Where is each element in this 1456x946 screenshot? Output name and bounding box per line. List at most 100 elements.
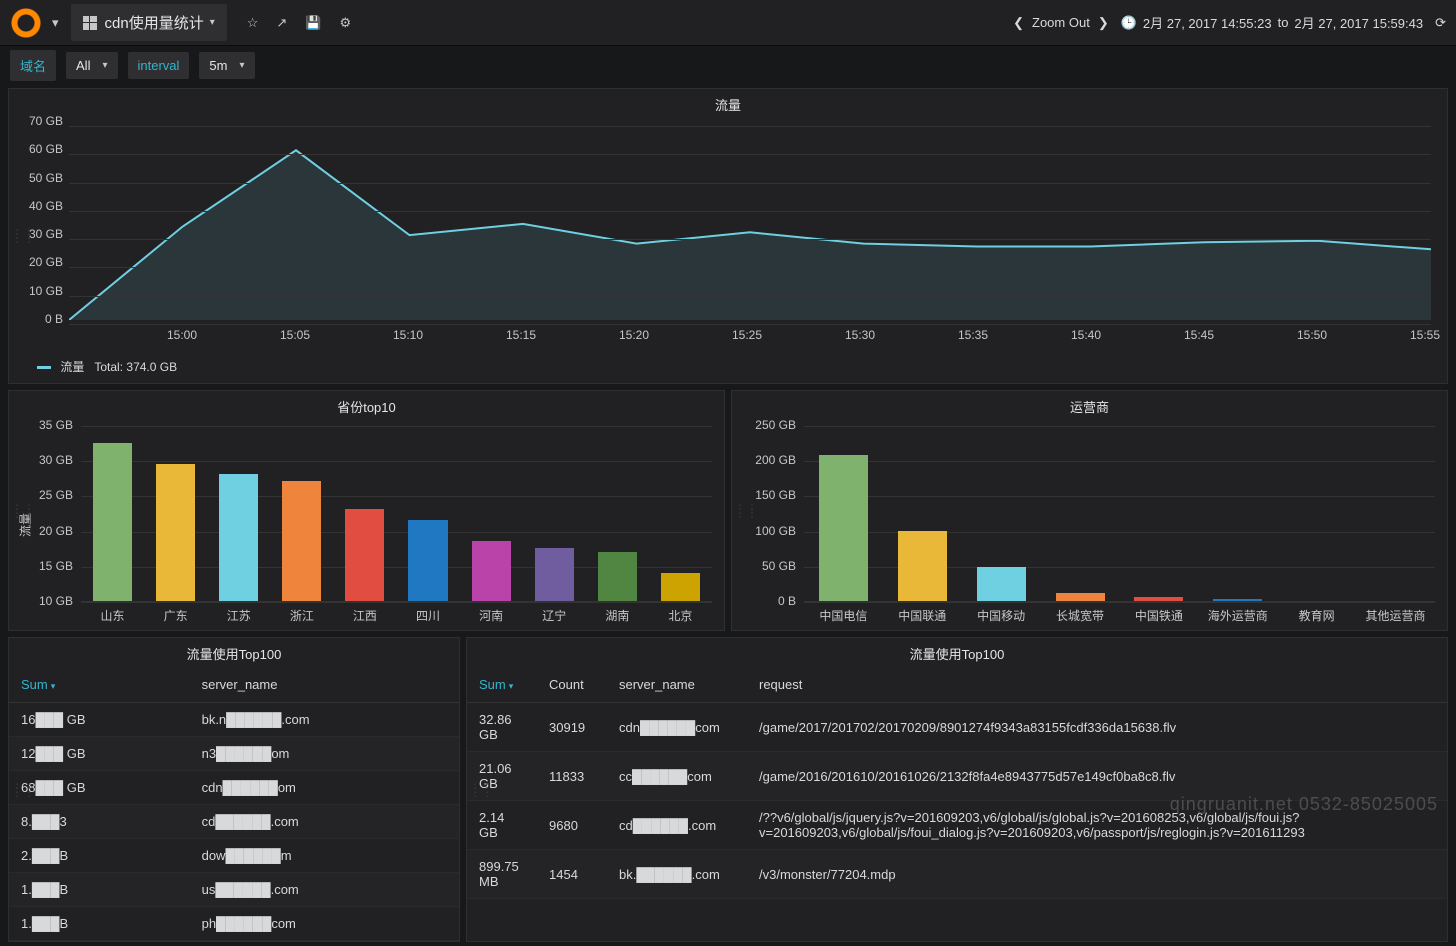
isp-bar-chart[interactable]: 0 B50 GB100 GB150 GB200 GB250 GB 中国电信中国联… (732, 420, 1447, 630)
x-tick: 15:35 (958, 328, 988, 342)
bar[interactable] (898, 531, 947, 601)
x-tick: 中国联通 (898, 607, 946, 624)
cell-server: cd██████.com (190, 805, 459, 839)
col-sum[interactable]: Sum▾ (467, 667, 537, 703)
y-tick: 200 GB (740, 453, 796, 467)
save-icon[interactable]: 💾 (305, 15, 321, 31)
x-tick: 15:25 (732, 328, 762, 342)
bar[interactable] (1056, 593, 1105, 601)
y-tick: 50 GB (740, 559, 796, 573)
panel-title: 流量 (9, 89, 1447, 118)
x-tick: 中国电信 (819, 607, 867, 624)
x-tick: 15:00 (167, 328, 197, 342)
bar[interactable] (819, 455, 868, 601)
cell-count: 30919 (537, 703, 607, 752)
x-tick: 长城宽带 (1056, 607, 1104, 624)
bar[interactable] (93, 443, 132, 601)
table-row[interactable]: 32.86 GB30919cdn██████com/game/2017/2017… (467, 703, 1447, 752)
var-domain-label: 域名 (10, 50, 56, 81)
province-bar-chart[interactable]: 流量 10 GB15 GB20 GB25 GB30 GB35 GB 山东广东江苏… (9, 420, 724, 630)
cell-server: cc██████com (607, 752, 747, 801)
bar[interactable] (1134, 597, 1183, 601)
bar[interactable] (156, 464, 195, 601)
x-tick: 15:10 (393, 328, 423, 342)
table-row[interactable]: 21.06 GB11833cc██████com/game/2016/20161… (467, 752, 1447, 801)
bar[interactable] (472, 541, 511, 601)
time-range-picker[interactable]: 🕒 2月 27, 2017 14:55:23 to 2月 27, 2017 15… (1121, 13, 1423, 32)
x-tick: 湖南 (605, 607, 629, 624)
bar[interactable] (408, 520, 447, 601)
bar[interactable] (535, 548, 574, 601)
table-row[interactable]: 899.75 MB1454bk.██████.com/v3/monster/77… (467, 850, 1447, 899)
y-tick: 15 GB (17, 559, 73, 573)
menu-toggle-icon[interactable]: ▾ (52, 15, 59, 31)
zoom-out-button[interactable]: Zoom Out (1032, 15, 1090, 30)
table-row[interactable]: 12███ GBn3██████om (9, 737, 459, 771)
table-row[interactable]: 2.███Bdow██████m (9, 839, 459, 873)
y-tick: 50 GB (17, 171, 63, 185)
y-tick: 10 GB (17, 594, 73, 608)
y-tick: 150 GB (740, 488, 796, 502)
table-row[interactable]: 16███ GBbk.n██████.com (9, 703, 459, 737)
col-server[interactable]: server_name (607, 667, 747, 703)
cell-server: cd██████.com (607, 801, 747, 850)
dashboard-icon (83, 16, 97, 30)
time-back-icon[interactable]: ❮ (1013, 15, 1024, 31)
drag-handle-icon[interactable]: ⋮⋮⋮⋮ (11, 786, 35, 794)
legend-total-value: 374.0 GB (126, 360, 177, 374)
x-tick: 15:20 (619, 328, 649, 342)
bar[interactable] (1213, 599, 1262, 601)
y-tick: 20 GB (17, 524, 73, 538)
grafana-logo-icon[interactable] (10, 7, 42, 39)
col-sum[interactable]: Sum▾ (9, 667, 190, 703)
y-tick: 70 GB (17, 114, 63, 128)
table-row[interactable]: 2.14 GB9680cd██████.com/??v6/global/js/j… (467, 801, 1447, 850)
template-var-bar: 域名 All▾ interval 5m▾ (0, 46, 1456, 84)
cell-count: 9680 (537, 801, 607, 850)
x-tick: 其他运营商 (1366, 607, 1426, 624)
bar[interactable] (598, 552, 637, 601)
table-row[interactable]: 1.███Bph██████com (9, 907, 459, 941)
bar[interactable] (219, 474, 258, 601)
y-tick: 0 B (740, 594, 796, 608)
x-tick: 中国铁通 (1135, 607, 1183, 624)
drag-handle-icon[interactable]: ⋮⋮⋮⋮ (469, 786, 493, 794)
panel-traffic: ⋮⋮⋮⋮ 流量 0 B10 GB20 GB30 GB40 GB50 GB60 G… (8, 88, 1448, 384)
y-tick: 0 B (17, 312, 63, 326)
var-interval-value[interactable]: 5m▾ (199, 52, 254, 79)
time-sep: to (1278, 15, 1289, 30)
cell-sum: 2.███B (9, 839, 190, 873)
x-tick: 河南 (479, 607, 503, 624)
time-forward-icon[interactable]: ❯ (1098, 15, 1109, 31)
bar[interactable] (282, 481, 321, 601)
cell-request: /??v6/global/js/jquery.js?v=201609203,v6… (747, 801, 1447, 850)
panel-table-1: ⋮⋮⋮⋮ 流量使用Top100 Sum▾ server_name 16███ G… (8, 637, 460, 942)
cell-server: bk.n██████.com (190, 703, 459, 737)
col-server[interactable]: server_name (190, 667, 459, 703)
table-row[interactable]: 8.███3cd██████.com (9, 805, 459, 839)
y-tick: 35 GB (17, 418, 73, 432)
chevron-down-icon: ▾ (210, 17, 215, 28)
table-row[interactable]: 68███ GBcdn██████om (9, 771, 459, 805)
panel-title: 省份top10 (9, 391, 724, 420)
refresh-icon[interactable]: ⟳ (1435, 15, 1446, 31)
var-domain-value[interactable]: All▾ (66, 52, 117, 79)
traffic-line-chart[interactable]: 0 B10 GB20 GB30 GB40 GB50 GB60 GB70 GB 1… (9, 118, 1447, 350)
star-icon[interactable]: ☆ (247, 15, 259, 31)
y-tick: 40 GB (17, 199, 63, 213)
clock-icon: 🕒 (1121, 15, 1137, 31)
col-request[interactable]: request (747, 667, 1447, 703)
bar[interactable] (345, 509, 384, 601)
cell-server: cdn██████om (190, 771, 459, 805)
cell-sum: 32.86 GB (467, 703, 537, 752)
table-row[interactable]: 1.███Bus██████.com (9, 873, 459, 907)
dashboard-picker[interactable]: cdn使用量统计 ▾ (71, 4, 227, 41)
bar[interactable] (661, 573, 700, 601)
y-tick: 60 GB (17, 142, 63, 156)
bar[interactable] (977, 567, 1026, 601)
share-icon[interactable]: ↗ (276, 15, 287, 31)
settings-icon[interactable]: ⚙ (340, 15, 352, 31)
x-tick: 15:50 (1297, 328, 1327, 342)
x-tick: 15:05 (280, 328, 310, 342)
col-count[interactable]: Count (537, 667, 607, 703)
